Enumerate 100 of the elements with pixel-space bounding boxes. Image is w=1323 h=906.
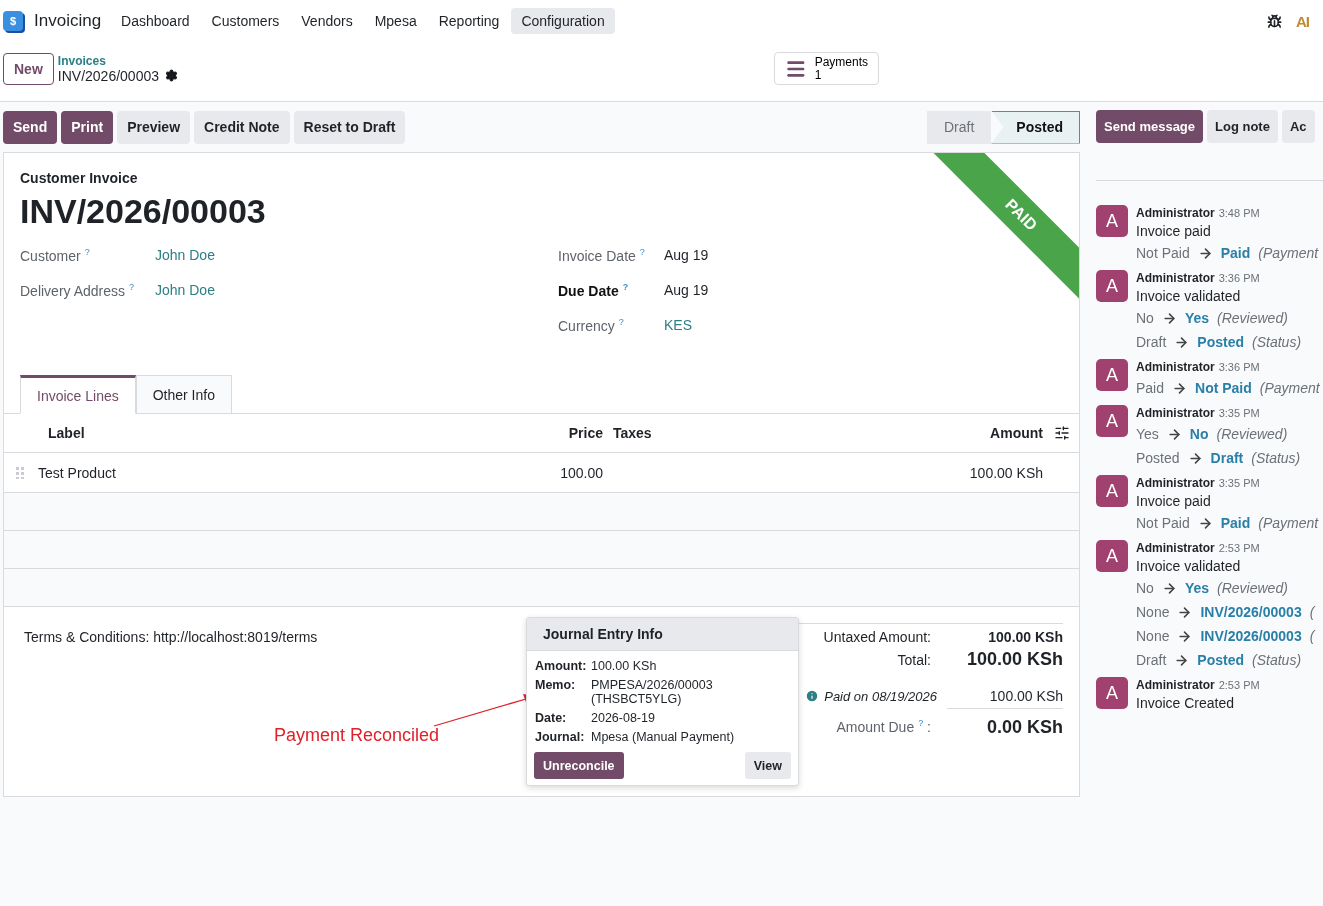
- popover-button[interactable]: View: [744, 752, 791, 779]
- old-value: No: [1136, 580, 1154, 596]
- menu-item[interactable]: Dashboard: [111, 8, 200, 34]
- field-label: Customer $^{?}$: [20, 247, 91, 264]
- chatter-button[interactable]: Ac: [1281, 110, 1315, 143]
- menu-item[interactable]: Vendors: [291, 8, 363, 34]
- message-time: 2:53 PM: [1218, 542, 1260, 554]
- old-value: Paid: [1136, 380, 1165, 396]
- avatar[interactable]: A: [1096, 540, 1128, 572]
- menu-item[interactable]: Reporting: [428, 8, 510, 34]
- breadcrumb-link[interactable]: Invoices: [57, 53, 178, 68]
- old-value: Posted: [1136, 450, 1180, 466]
- new-value: Posted: [1197, 652, 1245, 668]
- new-button[interactable]: New: [3, 52, 54, 85]
- field-link[interactable]: KES: [664, 317, 1063, 333]
- document-type: Customer Invoice: [20, 170, 139, 186]
- info-value: 100.00 KSh: [591, 659, 658, 673]
- tab[interactable]: Other Info: [135, 375, 232, 414]
- field-label: Delivery Address $^{?}$: [20, 282, 136, 299]
- payment-label: Paid on 08/19/2026: [824, 688, 937, 704]
- new-value: Yes: [1184, 310, 1210, 326]
- new-value: Paid: [1220, 515, 1251, 531]
- app-name[interactable]: Invoicing: [34, 11, 102, 31]
- field-name: (: [1309, 604, 1315, 620]
- message-body: Invoice paid: [1136, 223, 1212, 239]
- avatar[interactable]: A: [1096, 270, 1128, 302]
- field-name: (Payment: [1258, 245, 1319, 261]
- new-value: Not Paid: [1195, 380, 1252, 396]
- payment-amount: 100.00 KSh: [988, 687, 1063, 704]
- old-value: Not Paid: [1136, 515, 1190, 531]
- annotation-text: Payment Reconciled: [274, 725, 440, 746]
- column-header[interactable]: Label: [38, 425, 513, 441]
- info-value: 2026-08-19: [591, 711, 656, 725]
- avatar[interactable]: A: [1096, 405, 1128, 437]
- new-value: Posted: [1197, 334, 1245, 350]
- record-name: INV/2026/00003: [57, 67, 159, 84]
- menu-item[interactable]: Mpesa: [364, 8, 427, 34]
- message-body: Invoice Created: [1136, 695, 1236, 711]
- field-name: (Status): [1251, 450, 1301, 466]
- field-link[interactable]: John Doe: [155, 247, 558, 263]
- message-author[interactable]: Administrator: [1136, 206, 1215, 220]
- menu-item[interactable]: Configuration: [511, 8, 615, 34]
- field-name: (Status): [1252, 652, 1302, 668]
- table-cell-text: 100.00 KSh: [968, 464, 1043, 481]
- terms-text: Terms & Conditions: http://localhost:8019/terms: [24, 629, 318, 645]
- payments-button[interactable]: Payments 1: [774, 52, 879, 85]
- field-name: (Reviewed): [1217, 310, 1288, 326]
- field-name: (Payment: [1259, 380, 1320, 396]
- popover-button[interactable]: Unreconcile: [534, 752, 624, 779]
- table-cell-text: Test Product: [38, 464, 117, 481]
- field-label: Currency $^{?}$: [558, 317, 625, 334]
- invoice-number: INV/2026/00003: [20, 192, 266, 231]
- message-time: 3:36 PM: [1218, 272, 1260, 284]
- field-label: Invoice Date $^{?}$: [558, 247, 646, 264]
- avatar[interactable]: A: [1096, 359, 1128, 391]
- message-author[interactable]: Administrator: [1136, 406, 1215, 420]
- message-author[interactable]: Administrator: [1136, 541, 1215, 555]
- tab[interactable]: Invoice Lines: [20, 375, 136, 414]
- table-cell-text: 100.00: [559, 464, 603, 481]
- menu-item[interactable]: Customers: [201, 8, 290, 34]
- field-value: Aug 19: [664, 247, 710, 263]
- avatar[interactable]: A: [1096, 475, 1128, 507]
- info-label: Date:: [535, 711, 568, 725]
- message-time: 2:53 PM: [1218, 679, 1260, 691]
- message-author[interactable]: Administrator: [1136, 476, 1215, 490]
- total-value: 100.00 KSh: [965, 649, 1063, 670]
- column-header[interactable]: Price: [513, 425, 603, 441]
- info-label: Memo:: [535, 678, 577, 694]
- amount-due-label: Amount Due $^{?}$ :: [835, 716, 932, 735]
- chatter-button[interactable]: Send message: [1096, 110, 1204, 143]
- total-label: Total:: [896, 651, 932, 668]
- info-label: Journal:: [535, 730, 586, 744]
- new-value: Paid: [1220, 245, 1251, 261]
- old-value: Draft: [1136, 652, 1167, 668]
- chatter-button[interactable]: Log note: [1207, 110, 1278, 143]
- field-name: (: [1309, 628, 1315, 644]
- action-button[interactable]: Print: [61, 110, 114, 144]
- avatar[interactable]: A: [1096, 677, 1128, 709]
- field-label: Due Date $^{?}$: [558, 282, 630, 299]
- message-time: 3:48 PM: [1218, 207, 1260, 219]
- status-step[interactable]: Draft: [926, 110, 992, 144]
- message-author[interactable]: Administrator: [1136, 360, 1215, 374]
- action-button[interactable]: Preview: [117, 110, 191, 144]
- status-step[interactable]: Posted: [991, 110, 1080, 144]
- action-button[interactable]: Reset to Draft: [293, 110, 406, 144]
- action-button[interactable]: Credit Note: [194, 110, 290, 144]
- message-author[interactable]: Administrator: [1136, 271, 1215, 285]
- action-button[interactable]: Send: [3, 110, 58, 144]
- new-value: Yes: [1184, 580, 1210, 596]
- field-link[interactable]: John Doe: [155, 282, 558, 298]
- message-body: Invoice validated: [1136, 288, 1242, 304]
- old-value: No: [1136, 310, 1154, 326]
- avatar[interactable]: A: [1096, 205, 1128, 237]
- field-value: Aug 19: [664, 282, 710, 298]
- message-author[interactable]: Administrator: [1136, 678, 1215, 692]
- column-header[interactable]: Taxes: [603, 425, 663, 441]
- old-value: None: [1136, 604, 1170, 620]
- info-label: Amount:: [535, 659, 588, 673]
- new-value: Draft: [1210, 450, 1244, 466]
- column-header[interactable]: Amount: [663, 425, 1043, 441]
